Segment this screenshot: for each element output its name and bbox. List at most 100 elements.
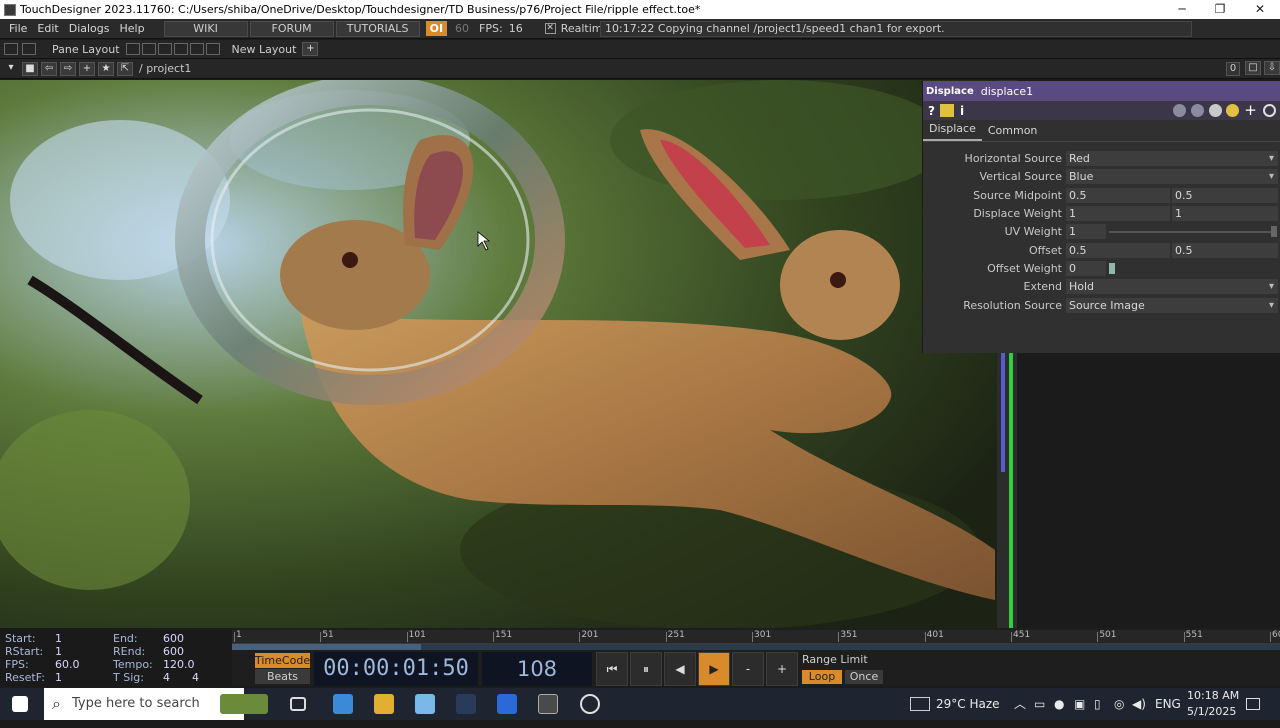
tab-common[interactable]: Common [982,124,1044,141]
python-icon[interactable] [1226,104,1239,117]
resetf-value[interactable]: 1 [55,671,62,684]
bookmark-icon[interactable]: ★ [98,61,114,76]
layout-6-button[interactable] [205,43,220,55]
offset-y-field[interactable]: 0.5 [1172,243,1278,258]
close-button[interactable]: ✕ [1240,0,1280,19]
extend-dropdown[interactable]: Hold [1066,279,1278,294]
source-midpoint-y-field[interactable]: 0.5 [1172,188,1278,203]
menu-help[interactable]: Help [119,22,154,35]
tab-displace[interactable]: Displace [923,122,982,141]
add-layout-button[interactable]: + [302,42,319,56]
weather-text[interactable]: 29°C Haze [936,688,1000,720]
layout-4-button[interactable] [173,43,188,55]
forum-button[interactable]: FORUM [249,20,334,37]
play-button[interactable]: ▶ [698,652,730,686]
tempo-value[interactable]: 120.0 [163,658,195,671]
pane-anchor-icon[interactable] [22,43,36,55]
rstart-value[interactable]: 1 [55,645,62,658]
python-help-icon[interactable] [939,104,954,117]
language-indicator[interactable]: ENG [1155,688,1181,720]
tray-chevron-icon[interactable]: ︿ [1014,688,1026,720]
pane-download-icon[interactable]: ⇩ [1264,61,1280,75]
op-name[interactable]: displace1 [974,85,1033,98]
forward-icon[interactable]: ⇨ [60,61,76,76]
taskbar-search[interactable]: Type here to search [44,688,244,720]
tsig-value-2[interactable]: 4 [192,671,199,684]
stop-icon[interactable]: ■ [22,61,38,76]
tray-device-icon[interactable]: ▭ [1034,688,1045,720]
settings-icon[interactable] [1263,104,1276,117]
oi-button[interactable]: OI [425,21,448,36]
menu-dialogs[interactable]: Dialogs [68,22,119,35]
once-button[interactable]: Once [845,670,883,684]
rend-value[interactable]: 600 [163,645,184,658]
minimize-button[interactable]: ─ [1162,0,1202,19]
maximize-button[interactable]: ❐ [1200,0,1240,19]
add-icon[interactable]: + [1244,103,1257,118]
pane-split-icon[interactable] [4,43,18,55]
notes-icon[interactable] [415,694,435,714]
offset-weight-knob[interactable] [1109,263,1115,274]
up-level-icon[interactable]: ⇱ [117,61,133,76]
displace-weight-y-field[interactable]: 1 [1172,206,1278,221]
timecode-toggle[interactable]: TimeCode [255,653,310,668]
display-icon[interactable]: ▣ [1074,688,1085,720]
menu-file[interactable]: File [0,22,36,35]
realtime-checkbox[interactable]: ✕ [544,23,556,34]
copilot-icon[interactable] [333,694,353,714]
tutorials-button[interactable]: TUTORIALS [335,20,420,37]
frame-display[interactable]: 108 [482,652,592,686]
vertical-source-dropdown[interactable]: Blue [1066,169,1278,184]
home-icon[interactable]: + [79,61,95,76]
new-layout-label[interactable]: New Layout [232,43,297,56]
microphone-icon[interactable]: ● [1054,688,1064,720]
network-path[interactable]: / project1 [139,62,191,75]
touchdesigner-taskbar-icon[interactable] [538,694,558,714]
wiki-button[interactable]: WIKI [163,20,248,37]
fps-cap[interactable]: 60 [455,22,469,35]
pane-count[interactable]: 0 [1226,62,1240,76]
rewind-button[interactable]: ⏮ [596,652,628,686]
uv-weight-field[interactable]: 1 [1066,224,1106,239]
loop-button[interactable]: Loop [802,670,842,684]
source-midpoint-x-field[interactable]: 0.5 [1066,188,1170,203]
task-view-icon[interactable] [290,697,306,711]
file-explorer-icon[interactable] [374,694,394,714]
search-highlight-icon[interactable] [220,694,268,714]
weather-icon[interactable] [910,697,930,711]
layout-1-button[interactable] [125,43,140,55]
layout-5-button[interactable] [189,43,204,55]
davinci-icon[interactable] [456,694,476,714]
beats-toggle[interactable]: Beats [255,669,310,684]
layout-2-button[interactable] [141,43,156,55]
volume-icon[interactable]: ◀) [1132,688,1146,720]
timeline-ruler[interactable]: 151101151201251301351401451501551600 [232,630,1280,644]
pane-menu-icon[interactable]: ▾ [3,62,19,76]
uv-weight-knob[interactable] [1271,226,1277,237]
windows-start-icon[interactable] [12,696,28,712]
battery-icon[interactable]: ▯ [1094,688,1101,720]
help-icon[interactable]: ? [928,104,935,118]
clear-icon[interactable] [1209,104,1222,117]
info-icon[interactable]: i [960,104,964,118]
notification-icon[interactable] [1246,698,1260,710]
uv-weight-slider[interactable] [1109,231,1273,233]
step-minus-button[interactable]: - [732,652,764,686]
offset-weight-field[interactable]: 0 [1066,261,1106,276]
step-back-button[interactable]: ◀ [664,652,696,686]
resolution-source-dropdown[interactable]: Source Image [1066,298,1278,313]
pause-button[interactable]: ⏸ [630,652,662,686]
layout-3-button[interactable] [157,43,172,55]
obs-icon[interactable] [580,694,600,714]
start-value[interactable]: 1 [55,632,62,645]
timecode-display[interactable]: 00:00:01:50 [314,652,478,686]
horizontal-source-dropdown[interactable]: Red [1066,151,1278,166]
end-value[interactable]: 600 [163,632,184,645]
menu-edit[interactable]: Edit [36,22,67,35]
timeline-progress[interactable] [232,644,1280,650]
network-icon[interactable]: ◎ [1114,688,1124,720]
viewer-pane[interactable] [0,80,997,628]
clock-date[interactable]: 5/1/2025 [1187,696,1236,728]
back-icon[interactable]: ⇦ [41,61,57,76]
maximize-pane-icon[interactable]: □ [1245,61,1261,75]
